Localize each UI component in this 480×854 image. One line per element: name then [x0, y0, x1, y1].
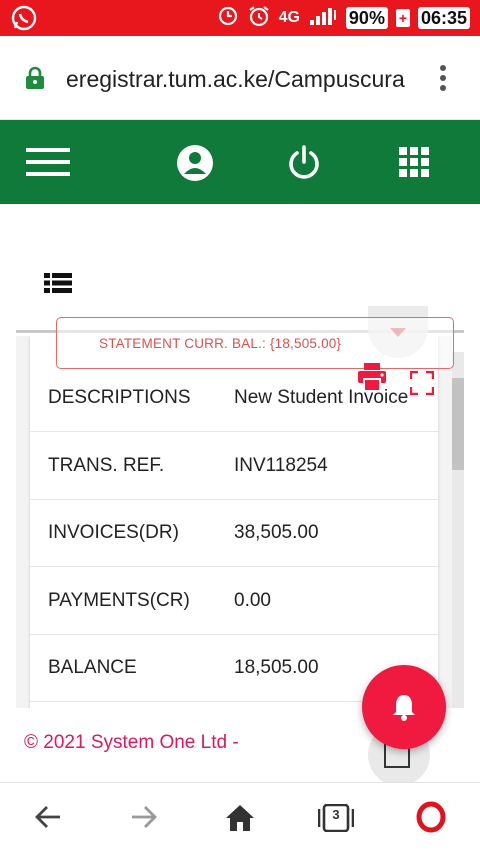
tabs-button[interactable]: 3 [317, 803, 355, 833]
table-row: PAYMENTS(CR) 0.00 [30, 567, 438, 635]
row-value: 18,505.00 [234, 656, 319, 678]
print-icon[interactable] [356, 362, 388, 397]
apps-grid-icon[interactable] [398, 146, 430, 183]
network-type: 4G [278, 9, 300, 26]
power-icon[interactable] [286, 144, 322, 187]
browser-url-bar: eregistrar.tum.ac.ke/Campuscura [0, 36, 480, 120]
tab-count: 3 [332, 807, 340, 822]
opera-menu-icon[interactable] [416, 801, 446, 838]
statement-balance-banner: STATEMENT CURR. BAL.: {18,505.00} [56, 317, 454, 369]
battery-percent: 90% [345, 7, 388, 29]
fullscreen-icon[interactable] [409, 370, 435, 400]
row-label: TRANS. REF. [48, 454, 165, 476]
account-icon[interactable] [176, 144, 214, 187]
row-label: INVOICES(DR) [48, 521, 179, 543]
row-label: PAYMENTS(CR) [48, 589, 190, 611]
overflow-menu-icon[interactable] [438, 64, 448, 99]
battery-icon: + [395, 9, 410, 27]
menu-icon[interactable] [26, 146, 70, 183]
notifications-button[interactable] [362, 665, 446, 749]
bell-icon [393, 695, 415, 721]
table-row: INVOICES(DR) 38,505.00 [30, 499, 438, 567]
row-value: 0.00 [234, 589, 271, 611]
table-row: TRANS. REF. INV118254 [30, 432, 438, 500]
app-header [0, 120, 480, 204]
browser-bottom-nav [0, 782, 480, 854]
list-view-icon[interactable] [44, 272, 72, 299]
scrollbar-thumb[interactable] [452, 378, 464, 470]
url-field[interactable]: eregistrar.tum.ac.ke/Campuscura [66, 66, 414, 93]
forward-arrow-icon[interactable] [130, 803, 158, 836]
status-bar: 4G 90% + 06:35 [0, 0, 480, 36]
signal-icon [308, 6, 338, 31]
home-icon[interactable] [224, 803, 256, 838]
row-label: BALANCE [48, 656, 137, 678]
clock: 06:35 [417, 7, 470, 29]
alarm-icon [247, 4, 271, 33]
back-arrow-icon[interactable] [34, 803, 62, 836]
whatsapp-icon [10, 4, 38, 37]
data-saver-icon [217, 5, 239, 32]
row-value: INV118254 [234, 454, 328, 476]
statement-balance: STATEMENT CURR. BAL.: {18,505.00} [99, 336, 342, 351]
copyright-text: © 2021 System One Ltd - [24, 732, 239, 753]
row-label: DESCRIPTIONS [48, 386, 191, 408]
row-value: 38,505.00 [234, 521, 319, 543]
lock-icon [24, 66, 46, 95]
